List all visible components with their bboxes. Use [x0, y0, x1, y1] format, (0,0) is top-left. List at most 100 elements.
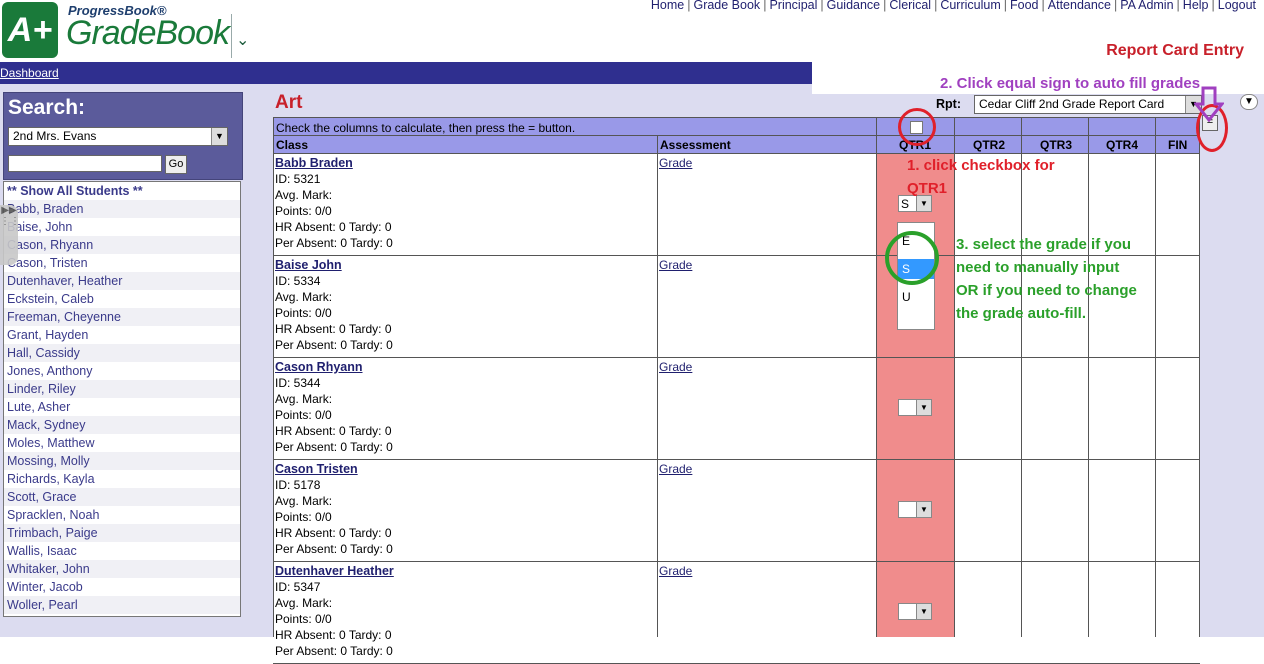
student-list-item[interactable]: Whitaker, John	[4, 560, 240, 578]
class-select-value: 2nd Mrs. Evans	[13, 129, 97, 143]
nav-guidance[interactable]: Guidance	[827, 0, 881, 12]
assessment-grade-link[interactable]: Grade	[659, 258, 692, 272]
nav-home[interactable]: Home	[651, 0, 684, 12]
student-name-link[interactable]: Baise John	[275, 258, 342, 272]
student-name-link[interactable]: Cason Tristen	[275, 462, 358, 476]
student-list-item[interactable]: Linder, Riley	[4, 380, 240, 398]
student-list-item[interactable]: Hall, Cassidy	[4, 344, 240, 362]
dashboard-bar: Dashboard	[0, 62, 812, 84]
student-id: ID: 5347	[275, 580, 321, 594]
col-divider	[1155, 117, 1156, 637]
assessment-grade-link[interactable]: Grade	[659, 360, 692, 374]
chevron-down-icon[interactable]: ⌄	[236, 30, 249, 50]
dropdown-arrow-icon[interactable]: ▼	[211, 128, 227, 145]
go-button[interactable]: Go	[165, 155, 187, 174]
qtr1-grade-select[interactable]: ▼	[898, 399, 932, 416]
top-nav: Home | Grade Book | Principal | Guidance | Cleri…	[651, 0, 1256, 12]
nav-pa-admin[interactable]: PA Admin	[1120, 0, 1173, 12]
col-fin: FIN	[1168, 138, 1188, 152]
report-card-select[interactable]: Cedar Cliff 2nd Grade Report Card ▼	[974, 95, 1202, 114]
scroll-down-icon[interactable]: ▼	[1240, 94, 1258, 110]
nav-attendance[interactable]: Attendance	[1048, 0, 1111, 12]
student-list-item[interactable]: Eckstein, Caleb	[4, 290, 240, 308]
nav-food[interactable]: Food	[1010, 0, 1039, 12]
col-qtr3: QTR3	[1040, 138, 1073, 152]
dropdown-arrow-icon[interactable]: ▼	[916, 400, 931, 415]
student-list-item[interactable]: Baise, John	[4, 218, 240, 236]
nav-separator: |	[763, 0, 767, 12]
student-list-item[interactable]: Richards, Kayla	[4, 470, 240, 488]
student-list-item[interactable]: Cason, Tristen	[4, 254, 240, 272]
qtr1-grade-select[interactable]: ▼	[898, 603, 932, 620]
table-row: Cason Tristen ID: 5178 Avg. Mark: Points: 0…	[273, 460, 1200, 562]
nav-separator: |	[1041, 0, 1045, 12]
student-list-item[interactable]: Cason, Rhyann	[4, 236, 240, 254]
student-list-item[interactable]: Dutenhaver, Heather	[4, 272, 240, 290]
student-list-item[interactable]: Babb, Braden	[4, 200, 240, 218]
student-list-item[interactable]: Moles, Matthew	[4, 434, 240, 452]
search-input[interactable]	[8, 155, 162, 172]
student-list-item[interactable]: Woller, Pearl	[4, 596, 240, 614]
student-list-item[interactable]: Freeman, Cheyenne	[4, 308, 240, 326]
col-divider	[273, 117, 274, 637]
class-select[interactable]: 2nd Mrs. Evans ▼	[8, 127, 228, 146]
hr-absent: HR Absent: 0 Tardy: 0	[275, 220, 392, 234]
nav-separator: |	[687, 0, 691, 12]
qtr1-grade-select[interactable]: ▼	[898, 501, 932, 518]
student-list-item[interactable]: Trimbach, Paige	[4, 524, 240, 542]
assessment-grade-link[interactable]: Grade	[659, 462, 692, 476]
drag-handle-icon[interactable]: ▶▶ ⋮⋮	[0, 205, 20, 265]
assessment-grade-link[interactable]: Grade	[659, 564, 692, 578]
student-list-item[interactable]: Scott, Grace	[4, 488, 240, 506]
nav-clerical[interactable]: Clerical	[889, 0, 931, 12]
nav-separator: |	[1176, 0, 1180, 12]
nav-logout[interactable]: Logout	[1218, 0, 1256, 12]
per-absent: Per Absent: 0 Tardy: 0	[275, 644, 393, 658]
points: Points: 0/0	[275, 408, 332, 422]
student-list-item[interactable]: Wallis, Isaac	[4, 542, 240, 560]
dropdown-arrow-icon[interactable]: ▼	[916, 604, 931, 619]
grade-option[interactable]: U	[898, 287, 934, 307]
table-row: Cason Rhyann ID: 5344 Avg. Mark: Points: 0/…	[273, 358, 1200, 460]
col-assessment: Assessment	[660, 138, 731, 152]
table-row: Dutenhaver Heather ID: 5347 Avg. Mark: Poin…	[273, 562, 1200, 664]
student-name-link[interactable]: Cason Rhyann	[275, 360, 363, 374]
annotation-step2: 2. Click equal sign to auto fill grades	[940, 75, 1201, 92]
nav-curriculum[interactable]: Curriculum	[940, 0, 1000, 12]
col-divider	[876, 117, 877, 637]
nav-grade-book[interactable]: Grade Book	[693, 0, 760, 12]
student-id: ID: 5334	[275, 274, 321, 288]
nav-separator: |	[1114, 0, 1118, 12]
student-list-item[interactable]: Spracklen, Noah	[4, 506, 240, 524]
avg-mark: Avg. Mark:	[275, 494, 333, 508]
student-list-item[interactable]: Winter, Jacob	[4, 578, 240, 596]
instruction-row: Check the columns to calculate, then pre…	[273, 117, 1200, 136]
per-absent: Per Absent: 0 Tardy: 0	[275, 440, 393, 454]
student-list-item[interactable]: Jones, Anthony	[4, 362, 240, 380]
show-all-students-link[interactable]: ** Show All Students **	[4, 182, 240, 200]
nav-help[interactable]: Help	[1183, 0, 1209, 12]
col-divider	[1199, 117, 1200, 637]
annotation-arrow-icon	[1194, 86, 1224, 122]
points: Points: 0/0	[275, 612, 332, 626]
student-list-item[interactable]: Grant, Hayden	[4, 326, 240, 344]
student-list-item[interactable]: Mossing, Molly	[4, 452, 240, 470]
annotation-step1: 1. click checkbox for QTR1	[907, 157, 1055, 197]
student-list-item[interactable]: Mack, Sydney	[4, 416, 240, 434]
dropdown-arrow-icon[interactable]: ▼	[916, 502, 931, 517]
rpt-label: Rpt:	[936, 97, 961, 111]
assessment-grade-link[interactable]: Grade	[659, 156, 692, 170]
page-heading: Report Card Entry	[1106, 42, 1244, 59]
student-name-link[interactable]: Dutenhaver Heather	[275, 564, 394, 578]
nav-principal[interactable]: Principal	[769, 0, 817, 12]
avg-mark: Avg. Mark:	[275, 290, 333, 304]
student-list-item[interactable]: Lute, Asher	[4, 398, 240, 416]
search-panel: Search: 2nd Mrs. Evans ▼ Go	[3, 92, 243, 180]
student-name-link[interactable]: Babb Braden	[275, 156, 353, 170]
instruction-text: Check the columns to calculate, then pre…	[276, 121, 576, 135]
col-class: Class	[276, 138, 309, 152]
annotation-circle-grade	[885, 231, 939, 285]
dashboard-link[interactable]: Dashboard	[0, 66, 59, 80]
nav-separator: |	[1211, 0, 1215, 12]
scrollbar-track[interactable]	[1238, 94, 1264, 637]
